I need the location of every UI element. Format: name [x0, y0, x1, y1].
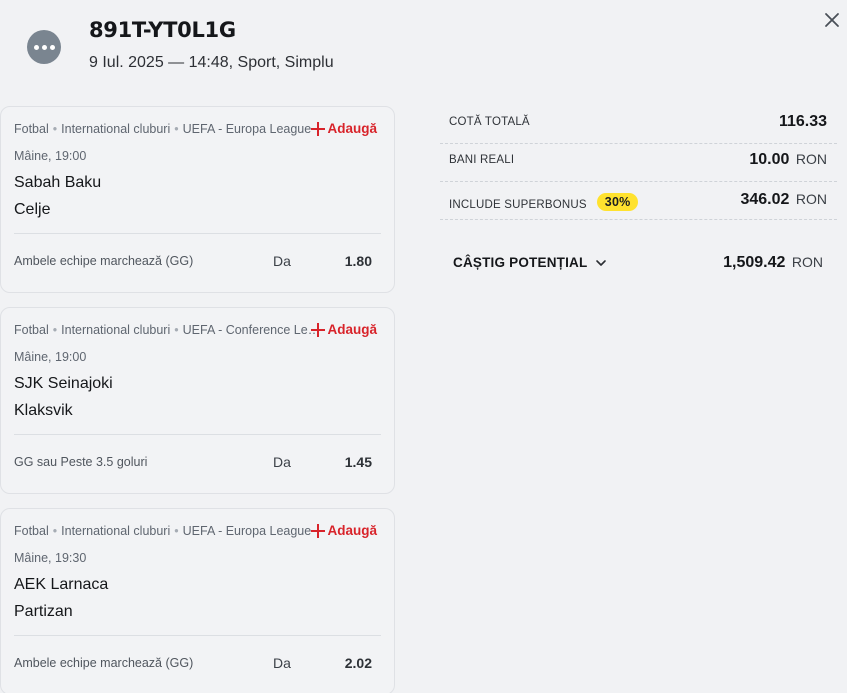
- more-horizontal-icon-dot: [41, 44, 47, 50]
- real-money-label: BANI REALI: [449, 154, 515, 166]
- real-money-amount: 10.00 RON: [749, 151, 827, 169]
- breadcrumb-separator: •: [52, 323, 58, 337]
- add-button-label: Adaugă: [327, 322, 377, 337]
- add-button[interactable]: Adaugă: [311, 121, 377, 136]
- breadcrumb-league: UEFA - Europa League: [182, 122, 312, 136]
- event-list: Fotbal • International cluburi • UEFA - Euro…: [0, 106, 396, 693]
- add-button[interactable]: Adaugă: [311, 523, 377, 538]
- superbonus-value: 346.02: [740, 191, 790, 208]
- add-button-label: Adaugă: [327, 121, 377, 136]
- breadcrumb-country: International cluburi: [61, 122, 171, 136]
- event-breadcrumb: Fotbal • International cluburi • UEFA - Conf…: [14, 323, 324, 337]
- more-horizontal-icon: [33, 44, 39, 50]
- selection-pick: Da: [273, 253, 291, 269]
- event-time: Mâine, 19:00: [14, 350, 87, 364]
- home-team: SJK Seinajoki: [14, 375, 113, 392]
- potential-win-value: 1,509.42: [723, 254, 786, 271]
- breadcrumb-separator: •: [174, 524, 179, 538]
- away-team: Celje: [14, 201, 51, 218]
- potential-win-toggle[interactable]: CÂȘTIG POTENȚIAL: [453, 255, 607, 270]
- real-money-value: 10.00: [749, 151, 790, 168]
- add-button-label: Adaugă: [327, 523, 377, 538]
- superbonus-label-group: INCLUDE SUPERBONUS 30%: [449, 193, 639, 213]
- away-team: Klaksvik: [14, 402, 73, 419]
- breadcrumb-sport: Fotbal: [14, 524, 49, 538]
- event-card: Fotbal • International cluburi • UEFA - Conf…: [0, 307, 395, 494]
- breadcrumb-sport: Fotbal: [14, 323, 49, 337]
- more-options-button[interactable]: [27, 30, 61, 64]
- divider: [14, 635, 381, 636]
- event-header: Fotbal • International cluburi • UEFA - Euro…: [14, 523, 382, 540]
- market-name: Ambele echipe marchează (GG): [14, 254, 194, 268]
- divider: [14, 233, 381, 234]
- total-odds-row: COTĂ TOTALĂ 116.33: [440, 106, 837, 144]
- total-odds-value: 116.33: [778, 113, 827, 130]
- currency-label: RON: [795, 191, 827, 207]
- superbonus-row: INCLUDE SUPERBONUS 30% 346.02 RON: [440, 182, 837, 220]
- breadcrumb-sport: Fotbal: [14, 122, 49, 136]
- breadcrumb-separator: •: [174, 323, 179, 337]
- breadcrumb-separator: •: [52, 524, 58, 538]
- market-name: Ambele echipe marchează (GG): [14, 656, 194, 670]
- selection-pick: Da: [273, 655, 291, 671]
- currency-label: RON: [795, 151, 827, 167]
- plus-icon: [311, 523, 326, 538]
- breadcrumb-league: UEFA - Europa League: [182, 524, 312, 538]
- event-header: Fotbal • International cluburi • UEFA - Conf…: [14, 322, 382, 339]
- selection-odd: 2.02: [344, 655, 372, 671]
- home-team: Sabah Baku: [14, 174, 102, 191]
- event-breadcrumb: Fotbal • International cluburi • UEFA - Euro…: [14, 524, 324, 538]
- plus-icon: [311, 121, 326, 136]
- more-horizontal-icon-dot: [49, 44, 55, 50]
- event-time: Mâine, 19:00: [14, 149, 87, 163]
- ticket-summary: COTĂ TOTALĂ 116.33 BANI REALI 10.00 RON …: [440, 106, 837, 271]
- ticket-id: 891T-YT0L1G: [89, 18, 236, 42]
- event-card: Fotbal • International cluburi • UEFA - Euro…: [0, 508, 395, 693]
- event-breadcrumb: Fotbal • International cluburi • UEFA - Euro…: [14, 122, 324, 136]
- breadcrumb-separator: •: [174, 122, 179, 136]
- potential-win-label: CÂȘTIG POTENȚIAL: [453, 255, 588, 270]
- superbonus-badge: 30%: [596, 193, 639, 211]
- plus-icon: [311, 322, 326, 337]
- event-card: Fotbal • International cluburi • UEFA - Euro…: [0, 106, 395, 293]
- event-time: Mâine, 19:30: [14, 551, 87, 565]
- add-button[interactable]: Adaugă: [311, 322, 377, 337]
- ticket-header: 891T-YT0L1G 9 Iul. 2025 — 14:48, Sport, …: [0, 0, 847, 100]
- breadcrumb-separator: •: [52, 122, 58, 136]
- potential-win-row: CÂȘTIG POTENȚIAL 1,509.42 RON: [440, 247, 837, 277]
- currency-label: RON: [791, 254, 823, 270]
- close-icon: [825, 13, 839, 27]
- selection-odd: 1.80: [344, 253, 372, 269]
- superbonus-amount: 346.02 RON: [740, 191, 827, 209]
- potential-win-amount: 1,509.42 RON: [723, 254, 823, 272]
- home-team: AEK Larnaca: [14, 576, 109, 593]
- ticket-meta: 9 Iul. 2025 — 14:48, Sport, Simplu: [89, 54, 334, 71]
- selection-pick: Da: [273, 454, 291, 470]
- superbonus-label: INCLUDE SUPERBONUS: [449, 199, 587, 211]
- breadcrumb-country: International cluburi: [61, 524, 171, 538]
- away-team: Partizan: [14, 603, 73, 620]
- divider: [14, 434, 381, 435]
- breadcrumb-league: UEFA - Conference Le…: [182, 323, 321, 337]
- real-money-row: BANI REALI 10.00 RON: [440, 144, 837, 182]
- selection-odd: 1.45: [344, 454, 372, 470]
- market-name: GG sau Peste 3.5 goluri: [14, 455, 148, 469]
- close-button[interactable]: [821, 9, 843, 31]
- breadcrumb-country: International cluburi: [61, 323, 171, 337]
- total-odds-label: COTĂ TOTALĂ: [449, 116, 530, 128]
- event-header: Fotbal • International cluburi • UEFA - Euro…: [14, 121, 382, 138]
- chevron-down-icon: [596, 259, 607, 266]
